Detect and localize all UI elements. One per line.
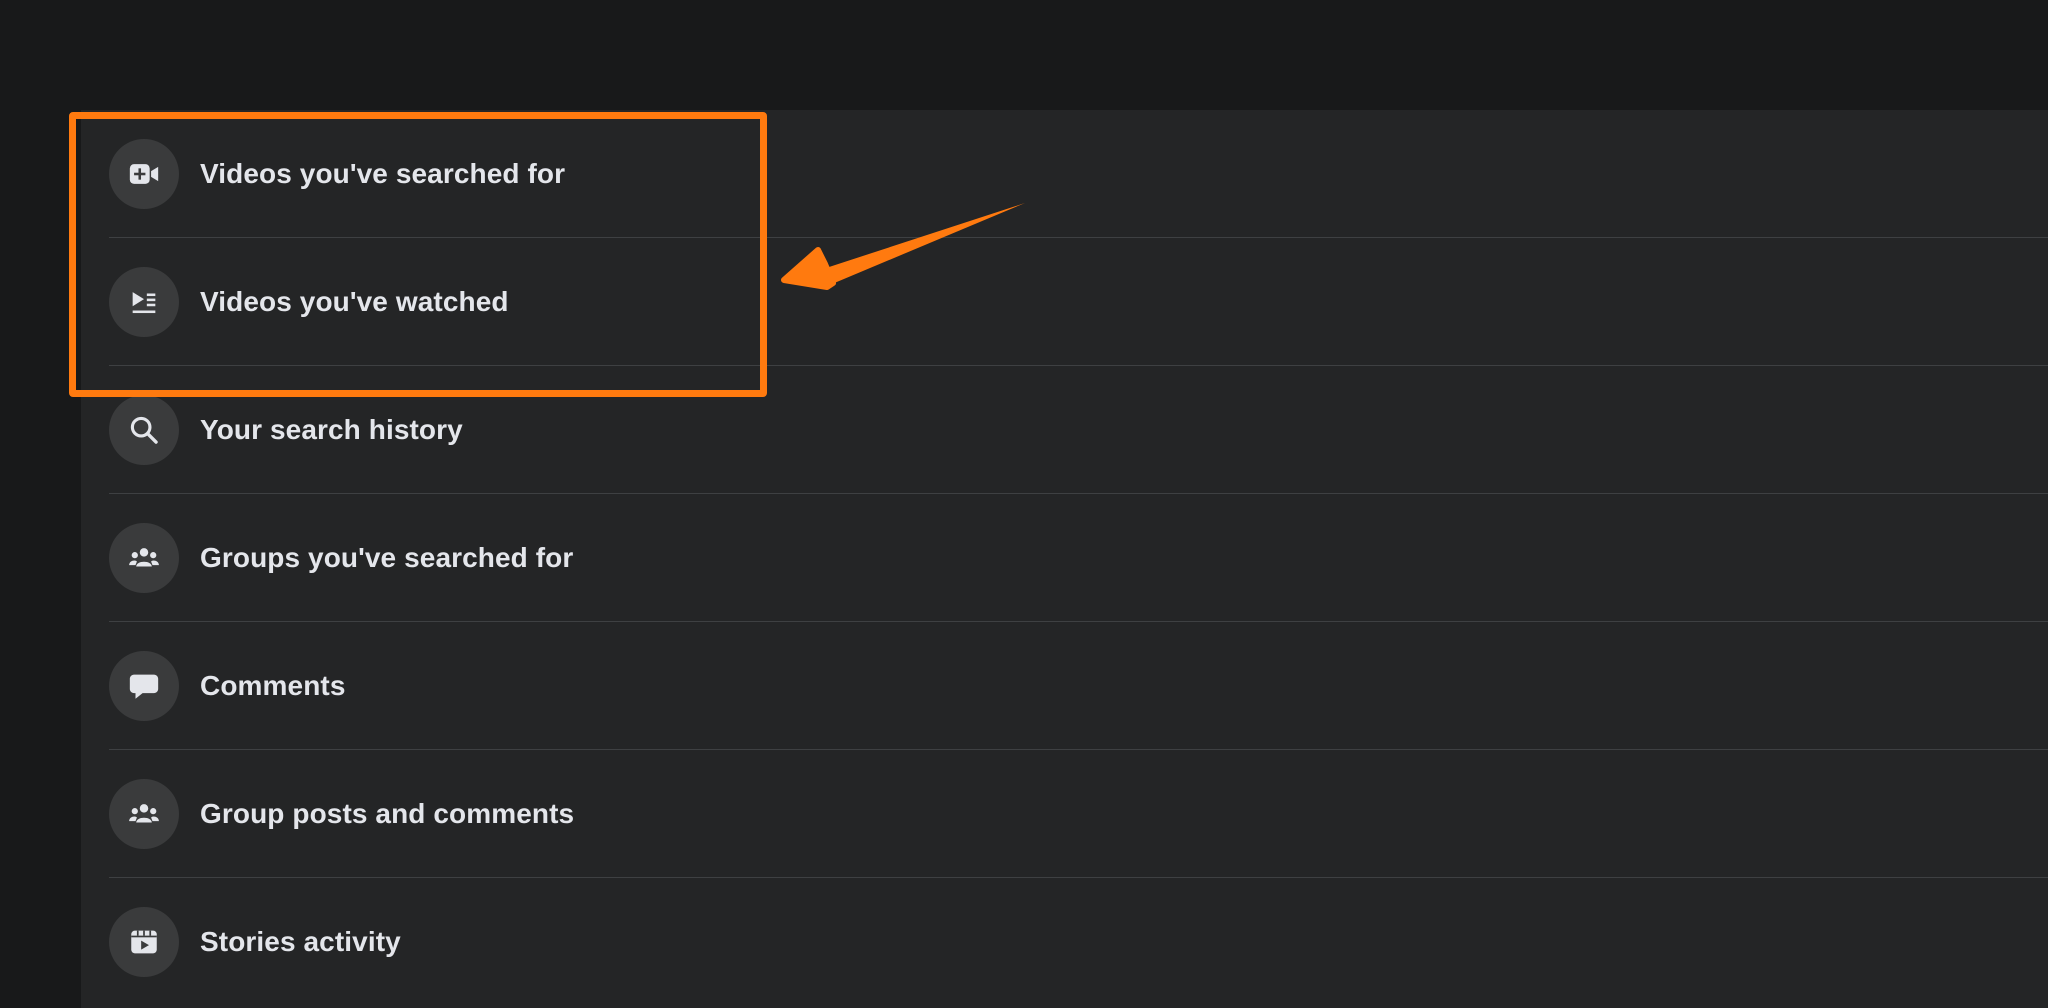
activity-item-groups-searched[interactable]: Groups you've searched for (109, 494, 2048, 622)
activity-item-label: Comments (200, 669, 346, 701)
video-plus-icon (109, 138, 179, 209)
activity-item-comments[interactable]: Comments (109, 622, 2048, 750)
activity-item-label: Videos you've searched for (200, 157, 566, 189)
activity-item-label: Groups you've searched for (200, 541, 574, 573)
activity-item-label: Your search history (200, 413, 463, 445)
activity-item-stories[interactable]: Stories activity (109, 878, 2048, 1006)
comment-bubble-icon (109, 650, 179, 721)
stories-clapper-icon (109, 907, 179, 977)
activity-item-videos-searched[interactable]: Videos you've searched for (109, 110, 2048, 238)
group-icon (109, 778, 179, 849)
activity-item-label: Group posts and comments (200, 797, 575, 829)
activity-item-group-posts[interactable]: Group posts and comments (109, 750, 2048, 878)
play-list-icon (109, 266, 179, 337)
activity-item-search-history[interactable]: Your search history (109, 366, 2048, 494)
group-icon (109, 522, 179, 593)
activity-page: Videos you've searched for Videos you've… (0, 0, 2048, 1008)
activity-item-label: Videos you've watched (200, 285, 509, 317)
activity-category-list: Videos you've searched for Videos you've… (109, 110, 2048, 1006)
activity-item-videos-watched[interactable]: Videos you've watched (109, 238, 2048, 366)
activity-log-panel: Videos you've searched for Videos you've… (81, 110, 2048, 1008)
activity-item-label: Stories activity (200, 926, 401, 957)
search-icon (109, 394, 179, 465)
